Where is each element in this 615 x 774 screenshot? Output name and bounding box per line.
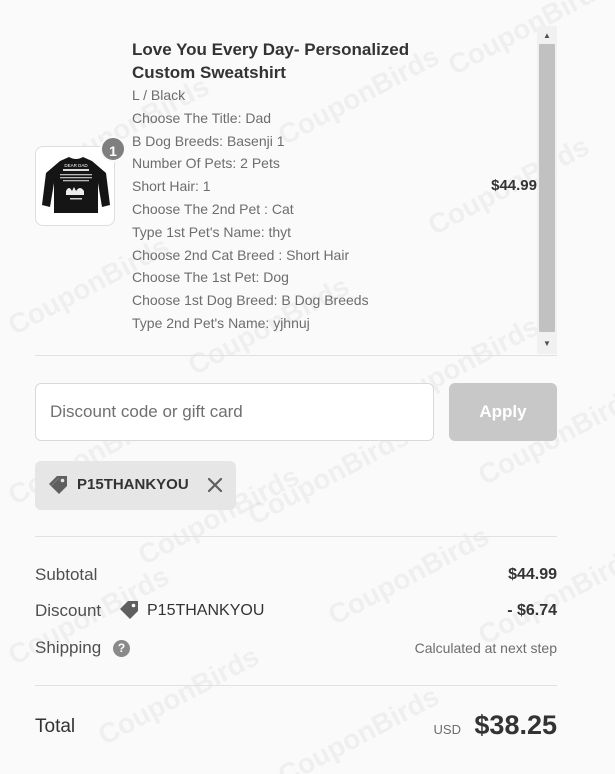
product-property: Choose The Title: Dad xyxy=(132,109,272,126)
currency-code: USD xyxy=(433,722,461,737)
product-variant: L / Black xyxy=(132,87,186,103)
subtotal-label: Subtotal xyxy=(35,565,98,584)
divider xyxy=(35,536,557,537)
remove-discount-close-icon[interactable] xyxy=(203,473,227,497)
product-property: Type 1st Pet's Name: thyt xyxy=(132,223,292,240)
shipping-row: Shipping ? Calculated at next step xyxy=(35,636,557,660)
discount-tag-icon xyxy=(49,476,67,494)
applied-discount-chip: P15THANKYOU xyxy=(35,461,236,510)
discount-value: - $6.74 xyxy=(507,602,557,619)
total-label: Total xyxy=(35,716,76,737)
discount-label: Discount xyxy=(35,601,102,620)
product-property: Short Hair: 1 xyxy=(132,178,211,195)
shipping-help-icon[interactable]: ? xyxy=(113,640,130,657)
scroll-up-arrow-icon[interactable]: ▲ xyxy=(537,28,557,44)
product-property: Number Of Pets: 2 Pets xyxy=(132,155,280,172)
total-row: Total USD $38.25 xyxy=(35,708,557,748)
applied-discount-code: P15THANKYOU xyxy=(77,476,189,493)
product-details: Love You Every Day- Personalized Custom … xyxy=(132,38,432,335)
product-property: Choose 2nd Cat Breed : Short Hair xyxy=(132,246,350,263)
discount-tag-icon xyxy=(120,601,138,619)
checkout-summary-panel: CouponBirds CouponBirds CouponBirds Coup… xyxy=(0,0,615,774)
product-property: Type 2nd Pet's Name: yjhnuj xyxy=(132,314,310,331)
discount-code: P15THANKYOU xyxy=(147,602,265,619)
product-property: B Dog Breeds: Basenji 1 xyxy=(132,132,285,149)
shipping-label: Shipping xyxy=(35,638,102,657)
product-title: Love You Every Day- Personalized Custom … xyxy=(132,40,410,82)
line-item-scrollbar[interactable]: ▲ ▼ xyxy=(537,26,557,354)
apply-discount-button[interactable]: Apply xyxy=(449,383,557,441)
total-value: $38.25 xyxy=(474,710,557,740)
product-properties: Choose The Title: Dad B Dog Breeds: Base… xyxy=(132,107,432,335)
discount-row: Discount P15THANKYOU - $6.74 xyxy=(35,599,557,623)
line-item-list: DEAR DAD 1 Love You Every Day- Personali… xyxy=(35,26,557,356)
product-property: Choose 1st Dog Breed: B Dog Breeds xyxy=(132,292,369,309)
product-thumbnail: DEAR DAD 1 xyxy=(35,136,126,226)
scroll-down-arrow-icon[interactable]: ▼ xyxy=(537,336,557,352)
divider xyxy=(35,685,557,686)
shipping-value: Calculated at next step xyxy=(414,640,557,656)
discount-code-input[interactable] xyxy=(35,383,434,441)
subtotal-row: Subtotal $44.99 xyxy=(35,563,557,587)
subtotal-value: $44.99 xyxy=(508,566,557,583)
product-property: Choose The 2nd Pet : Cat xyxy=(132,200,294,217)
product-price: $44.99 xyxy=(491,177,537,194)
quantity-badge: 1 xyxy=(100,136,126,162)
shirt-print-text: DEAR DAD xyxy=(64,163,88,168)
scrollbar-thumb[interactable] xyxy=(539,44,555,332)
product-property: Choose The 1st Pet: Dog xyxy=(132,269,289,286)
